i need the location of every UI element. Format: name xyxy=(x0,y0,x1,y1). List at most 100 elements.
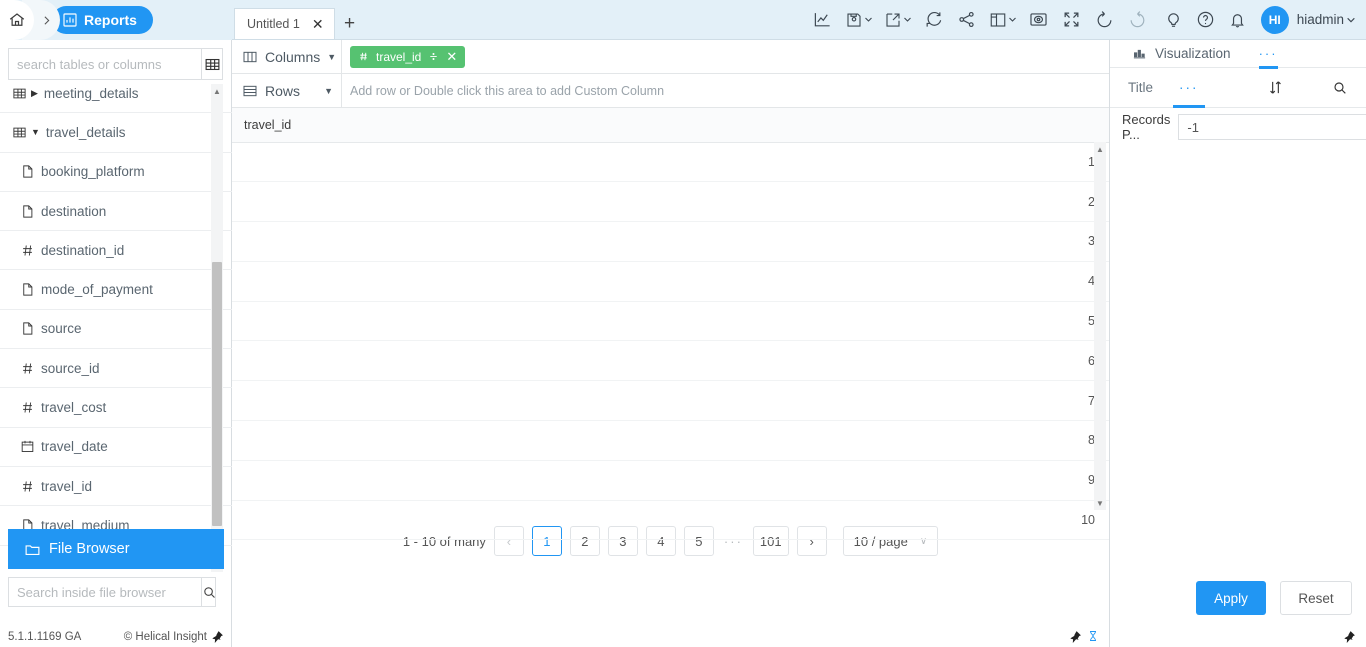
tab-more[interactable]: ··· xyxy=(1258,40,1278,69)
table-icon xyxy=(12,125,27,140)
layout-icon[interactable] xyxy=(985,1,1021,39)
tree-item-mode-of-payment[interactable]: mode_of_payment xyxy=(0,270,232,310)
report-tab[interactable]: Untitled 1 ✕ xyxy=(234,8,335,39)
breadcrumb-reports[interactable]: Reports xyxy=(52,6,153,34)
app-root: Reports Untitled 1 ✕ + HI hiadmin search… xyxy=(0,0,1366,647)
report-tab-label: Untitled 1 xyxy=(247,17,300,31)
divide-icon[interactable] xyxy=(428,51,439,62)
pin-icon[interactable] xyxy=(211,630,224,643)
tree-item-label: travel_details xyxy=(45,124,126,140)
lightbulb-icon[interactable] xyxy=(1159,1,1189,39)
fullscreen-icon[interactable] xyxy=(1057,1,1087,39)
user-menu[interactable]: hiadmin xyxy=(1297,12,1356,27)
triangle-right-icon[interactable]: ▶ xyxy=(31,88,38,99)
help-icon[interactable] xyxy=(1191,1,1221,39)
column-chip[interactable]: travel_id ✕ xyxy=(350,45,466,68)
tree-item-travel-date[interactable]: travel_date xyxy=(0,428,232,467)
columns-shelf: Columns ▼ travel_id ✕ xyxy=(232,39,1109,74)
avatar[interactable]: HI xyxy=(1260,5,1289,34)
tree-item-source-id[interactable]: source_id xyxy=(0,349,232,389)
search-icon[interactable] xyxy=(1332,80,1348,96)
table-grid-icon[interactable] xyxy=(201,49,222,79)
undo-icon[interactable] xyxy=(1090,1,1120,39)
right-panel-actions: Apply Reset xyxy=(1196,581,1352,615)
rows-shelf-label[interactable]: Rows ▼ xyxy=(232,73,342,108)
table-row: 3 xyxy=(232,221,1109,262)
tree-item-destination-id[interactable]: destination_id xyxy=(0,231,232,271)
sidebar-footer: 5.1.1.1169 GA © Helical Insight xyxy=(0,630,232,643)
tree-item-source[interactable]: source xyxy=(0,310,232,350)
table-search-wrap xyxy=(8,48,223,80)
export-icon[interactable] xyxy=(880,1,916,39)
save-icon[interactable] xyxy=(841,1,877,39)
chip-close-icon[interactable]: ✕ xyxy=(446,49,457,65)
notification-bell-icon[interactable] xyxy=(1223,1,1253,39)
scroll-up-arrow-icon[interactable]: ▲ xyxy=(1094,142,1106,156)
folder-icon xyxy=(24,541,41,558)
grid-scrollbar[interactable]: ▲ ▼ xyxy=(1094,142,1106,510)
subtab-title[interactable]: Title xyxy=(1128,68,1153,108)
hourglass-icon[interactable] xyxy=(1087,629,1099,643)
table-cell: 5 xyxy=(232,301,1109,342)
sort-icon[interactable] xyxy=(1267,79,1284,96)
search-icon[interactable] xyxy=(201,578,217,606)
chevron-down-icon xyxy=(864,17,872,22)
chevron-down-icon xyxy=(1347,17,1355,22)
subtab-more[interactable]: ··· xyxy=(1173,68,1204,108)
sidebar-scrollbar-thumb[interactable] xyxy=(212,262,222,526)
breadcrumb-reports-label: Reports xyxy=(84,12,137,28)
hash-icon xyxy=(20,243,35,258)
toolbar xyxy=(808,0,1159,39)
close-icon[interactable]: ✕ xyxy=(312,17,324,31)
sidebar-scrollbar[interactable]: ▲ ▼ xyxy=(211,84,223,572)
preview-icon[interactable] xyxy=(1024,1,1054,39)
columns-shelf-label[interactable]: Columns ▼ xyxy=(232,39,342,74)
search-input[interactable] xyxy=(9,49,201,79)
tree-item-booking-platform[interactable]: booking_platform xyxy=(0,153,232,192)
scroll-up-arrow-icon[interactable]: ▲ xyxy=(211,84,223,98)
rows-dropzone[interactable]: Add row or Double click this area to add… xyxy=(342,74,1109,108)
tree-item-destination[interactable]: destination xyxy=(0,192,232,232)
document-icon xyxy=(20,321,35,336)
pin-icon[interactable] xyxy=(1069,630,1082,643)
refresh-icon[interactable] xyxy=(919,1,949,39)
tree-item-meeting-details[interactable]: ▶ meeting_details xyxy=(0,84,232,114)
chevron-down-icon[interactable]: ▼ xyxy=(327,52,336,62)
sidebar-item-file-browser[interactable]: File Browser xyxy=(8,529,224,569)
table-header-cell[interactable]: travel_id xyxy=(232,108,1109,143)
tree-item-label: travel_cost xyxy=(41,400,107,416)
document-icon xyxy=(20,204,35,219)
scroll-down-arrow-icon[interactable]: ▼ xyxy=(1094,496,1106,510)
redo-icon[interactable] xyxy=(1123,1,1153,39)
table-icon xyxy=(12,86,27,101)
share-icon[interactable] xyxy=(952,1,982,39)
table-cell: 4 xyxy=(232,261,1109,302)
records-per-page-row: Records P... xyxy=(1110,108,1366,146)
sidebar: ▶ meeting_details ▼ travel_details booking_p… xyxy=(0,40,232,647)
apply-button[interactable]: Apply xyxy=(1196,581,1266,615)
pin-icon[interactable] xyxy=(1343,630,1356,643)
records-per-page-input[interactable] xyxy=(1178,114,1366,140)
tab-visualization[interactable]: Visualization xyxy=(1132,40,1231,68)
table-row: 9 xyxy=(232,460,1109,501)
columns-dropzone[interactable]: travel_id ✕ xyxy=(342,40,1109,74)
file-browser-label: File Browser xyxy=(49,541,130,557)
add-tab-button[interactable]: + xyxy=(335,8,365,39)
chevron-down-icon[interactable]: ▼ xyxy=(324,86,333,96)
tree-item-travel-id[interactable]: travel_id xyxy=(0,467,232,507)
rows-shelf: Rows ▼ Add row or Double click this area… xyxy=(232,73,1109,108)
triangle-down-icon[interactable]: ▼ xyxy=(31,127,40,137)
reset-button[interactable]: Reset xyxy=(1280,581,1352,615)
table-cell: 7 xyxy=(232,380,1109,422)
document-icon xyxy=(20,164,35,179)
columns-label-text: Columns xyxy=(265,48,321,65)
tree-item-travel-cost[interactable]: travel_cost xyxy=(0,388,232,428)
right-panel: Visualization ··· Title ··· Records P... xyxy=(1110,40,1366,647)
tree-item-travel-details[interactable]: ▼ travel_details xyxy=(0,113,232,153)
table-cell: 2 xyxy=(232,181,1109,223)
line-chart-icon[interactable] xyxy=(808,1,838,39)
file-browser-search-input[interactable] xyxy=(9,578,201,606)
tree-item-label: travel_date xyxy=(41,439,108,455)
table-tree: ▶ meeting_details ▼ travel_details booking_p… xyxy=(0,84,232,572)
chevron-down-icon xyxy=(903,17,911,22)
